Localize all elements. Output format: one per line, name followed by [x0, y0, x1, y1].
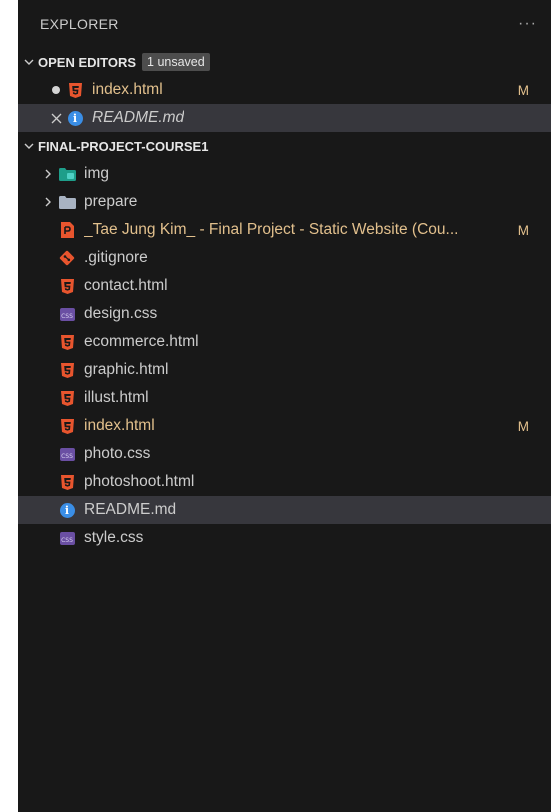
- file-photoshoot-html[interactable]: photoshoot.html: [18, 468, 551, 496]
- file-label: design.css: [84, 305, 158, 322]
- info-file-icon: i: [66, 109, 84, 127]
- file-label: contact.html: [84, 277, 168, 294]
- folder-label: prepare: [84, 193, 138, 210]
- css-file-icon: CSS: [58, 529, 76, 547]
- file-final-project-pdf[interactable]: _Tae Jung Kim_ - Final Project - Static …: [18, 216, 551, 244]
- pdf-file-icon: [58, 221, 76, 239]
- chevron-right-icon: [38, 168, 58, 180]
- project-header[interactable]: FINAL-PROJECT-COURSE1: [18, 132, 551, 160]
- file-photo-css[interactable]: CSS photo.css: [18, 440, 551, 468]
- file-label: graphic.html: [84, 361, 169, 378]
- explorer-panel: EXPLORER ··· OPEN EDITORS 1 unsaved inde…: [18, 0, 551, 812]
- file-readme-md[interactable]: i README.md: [18, 496, 551, 524]
- git-status-modified: M: [517, 82, 529, 98]
- file-contact-html[interactable]: contact.html: [18, 272, 551, 300]
- file-index-html[interactable]: index.html M: [18, 412, 551, 440]
- image-folder-icon: [58, 165, 76, 183]
- html-file-icon: [58, 333, 76, 351]
- git-status-modified: M: [517, 222, 529, 238]
- git-status-modified: M: [517, 418, 529, 434]
- html-file-icon: [58, 417, 76, 435]
- file-label: photoshoot.html: [84, 473, 195, 490]
- html-file-icon: [66, 81, 84, 99]
- unsaved-badge: 1 unsaved: [142, 53, 210, 71]
- info-file-icon: i: [58, 501, 76, 519]
- git-icon: [58, 249, 76, 267]
- chevron-right-icon: [38, 196, 58, 208]
- file-label: .gitignore: [84, 249, 148, 266]
- folder-label: img: [84, 165, 109, 182]
- folder-img[interactable]: img: [18, 160, 551, 188]
- project-title: FINAL-PROJECT-COURSE1: [38, 138, 209, 154]
- open-editor-index-html[interactable]: index.html M: [18, 76, 551, 104]
- more-actions-button[interactable]: ···: [518, 15, 537, 33]
- file-label: photo.css: [84, 445, 151, 462]
- explorer-title: EXPLORER: [40, 16, 119, 32]
- open-editors-title: OPEN EDITORS: [38, 54, 137, 70]
- unsaved-dot-icon[interactable]: [46, 86, 66, 94]
- file-label: illust.html: [84, 389, 149, 406]
- folder-icon: [58, 193, 76, 211]
- open-editor-label: README.md: [92, 109, 185, 126]
- html-file-icon: [58, 361, 76, 379]
- html-file-icon: [58, 473, 76, 491]
- css-file-icon: CSS: [58, 305, 76, 323]
- file-gitignore[interactable]: .gitignore: [18, 244, 551, 272]
- file-label: README.md: [84, 501, 177, 518]
- css-file-icon: CSS: [58, 445, 76, 463]
- folder-prepare[interactable]: prepare: [18, 188, 551, 216]
- file-style-css[interactable]: CSS style.css: [18, 524, 551, 552]
- html-file-icon: [58, 389, 76, 407]
- file-label: index.html: [84, 417, 155, 434]
- chevron-down-icon: [20, 56, 38, 68]
- file-design-css[interactable]: CSS design.css: [18, 300, 551, 328]
- open-editor-readme-md[interactable]: i README.md: [18, 104, 551, 132]
- file-label: ecommerce.html: [84, 333, 199, 350]
- html-file-icon: [58, 277, 76, 295]
- file-label: _Tae Jung Kim_ - Final Project - Static …: [84, 221, 459, 238]
- open-editors-header[interactable]: OPEN EDITORS 1 unsaved: [18, 48, 551, 76]
- file-illust-html[interactable]: illust.html: [18, 384, 551, 412]
- close-icon[interactable]: [46, 113, 66, 124]
- file-graphic-html[interactable]: graphic.html: [18, 356, 551, 384]
- explorer-header: EXPLORER ···: [18, 0, 551, 48]
- open-editor-label: index.html: [92, 81, 163, 98]
- file-label: style.css: [84, 529, 144, 546]
- file-ecommerce-html[interactable]: ecommerce.html: [18, 328, 551, 356]
- chevron-down-icon: [20, 140, 38, 152]
